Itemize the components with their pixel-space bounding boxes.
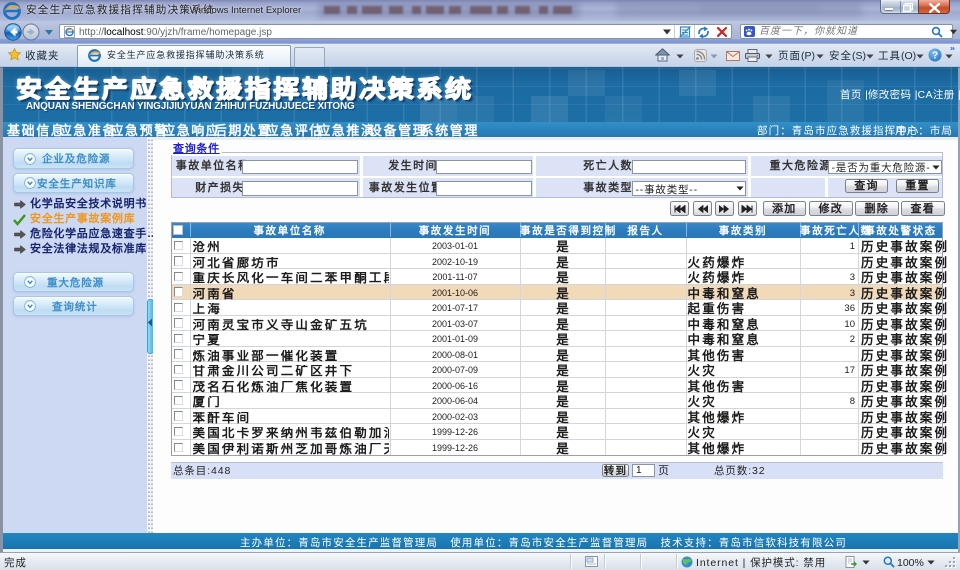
svg-text:?: ?: [932, 51, 938, 62]
